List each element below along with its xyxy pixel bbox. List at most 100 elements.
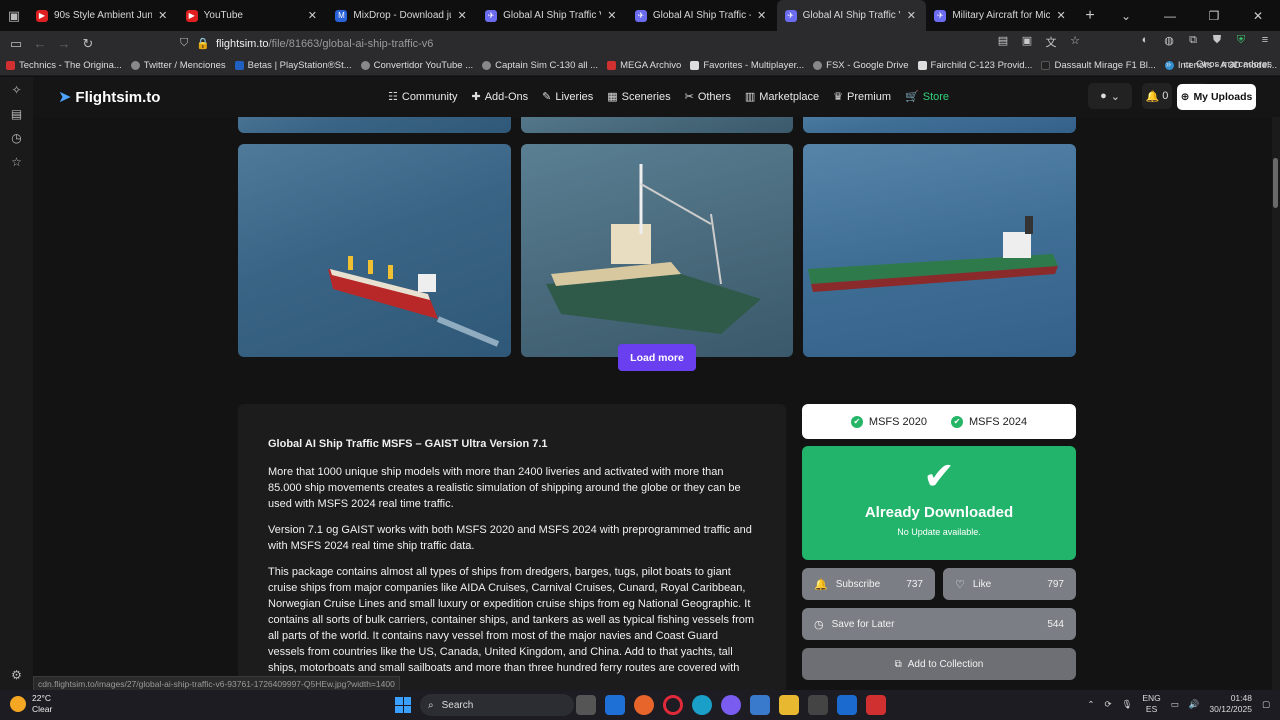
gear-icon[interactable]: ⚙ <box>11 668 22 682</box>
task-view-icon[interactable] <box>576 695 596 715</box>
chevron-up-icon[interactable]: ⌃ <box>1087 699 1094 710</box>
save-for-later-button[interactable]: ◷ Save for Later 544 <box>802 608 1076 640</box>
star-icon[interactable]: ☆ <box>1066 34 1084 50</box>
download-status-button[interactable]: ✔ Already Downloaded No Update available… <box>802 446 1076 560</box>
bookmark-item[interactable]: Favorites - Multiplayer... <box>690 60 804 71</box>
notifications-button[interactable]: 🔔 0 <box>1142 83 1172 109</box>
gallery-image[interactable] <box>238 117 511 133</box>
gallery-image-fishing-boat[interactable] <box>521 144 793 357</box>
weather-widget[interactable]: 22°C Clear <box>10 693 52 715</box>
gallery-image[interactable] <box>803 117 1076 133</box>
mail-icon[interactable] <box>605 695 625 715</box>
bookmark-item[interactable]: Convertidor YouTube ... <box>360 60 473 71</box>
shield-extension-icon[interactable]: ⛊ <box>1208 34 1226 50</box>
minimize-icon[interactable]: — <box>1148 9 1192 23</box>
bookmark-item[interactable]: Betas | PlayStation®St... <box>234 60 352 71</box>
tab-close-icon[interactable]: ✕ <box>305 9 319 22</box>
outlook-icon[interactable] <box>837 695 857 715</box>
opera-icon[interactable] <box>663 695 683 715</box>
tab-3[interactable]: ✈ Global AI Ship Traffic Version 7. ✕ <box>477 0 627 31</box>
extension-icon[interactable]: ◐ <box>1136 34 1154 50</box>
bookmark-item[interactable]: MEGA Archivo <box>607 60 681 71</box>
maximize-icon[interactable]: ❐ <box>1192 9 1236 23</box>
tab-0[interactable]: ▶ 90s Style Ambient Jungle M ✕ <box>28 0 178 31</box>
tab-close-icon[interactable]: ✕ <box>1054 9 1068 22</box>
nav-community[interactable]: ☷ Community <box>388 90 458 104</box>
firefox-icon[interactable] <box>634 695 654 715</box>
bookmark-item[interactable]: FSX - Google Drive <box>813 60 909 71</box>
edge-icon[interactable] <box>692 695 712 715</box>
load-more-button[interactable]: Load more <box>618 344 696 371</box>
tab-close-icon[interactable]: ✕ <box>156 9 170 22</box>
lock-icon[interactable]: 🔒 <box>196 37 210 50</box>
new-tab-icon[interactable]: + <box>1076 7 1104 25</box>
history-icon[interactable]: ◷ <box>11 131 21 145</box>
tab-5-active[interactable]: ✈ Global AI Ship Traffic Version 7.✕ <box>776 0 927 31</box>
scrollbar-thumb[interactable] <box>1273 158 1278 208</box>
bookmark-item[interactable]: Fairchild C-123 Provid... <box>917 60 1032 71</box>
copilot-icon[interactable] <box>721 695 741 715</box>
store-icon[interactable] <box>808 695 828 715</box>
tab-2[interactable]: M MixDrop - Download justflight- ✕ <box>327 0 477 31</box>
puzzle-icon[interactable]: ⧉ <box>1184 34 1202 50</box>
tab-1[interactable]: ▶ YouTube ✕ <box>178 0 328 31</box>
tab-close-icon[interactable]: ✕ <box>605 9 619 22</box>
add-to-collection-button[interactable]: ⧉ Add to Collection <box>802 648 1076 680</box>
reader-icon[interactable]: ▤ <box>994 34 1012 50</box>
tabs-icon[interactable]: ▤ <box>11 107 22 121</box>
shield-icon[interactable]: ⛉ <box>180 37 188 50</box>
site-logo[interactable]: ➤ Flightsim.to <box>58 87 160 107</box>
vpn-icon[interactable]: ⛨ <box>1232 34 1250 50</box>
tab-6[interactable]: ✈ Military Aircraft for Microsoft Fl✕ <box>926 0 1076 31</box>
tab-actions-icon[interactable]: ▣ <box>0 0 28 31</box>
nav-premium[interactable]: ♛ Premium <box>833 90 891 104</box>
volume-icon[interactable]: 🔊 <box>1189 699 1200 710</box>
my-uploads-button[interactable]: ⊕ My Uploads <box>1177 84 1256 110</box>
gallery-image-tanker[interactable] <box>803 144 1076 357</box>
nav-store[interactable]: 🛒 Store <box>905 90 949 104</box>
bookmark-item[interactable]: Captain Sim C-130 all ... <box>482 60 598 71</box>
sidebar-toggle-icon[interactable]: ▭ <box>4 36 28 52</box>
like-button[interactable]: ♡ Like 797 <box>943 568 1076 600</box>
other-bookmarks[interactable]: » ▭ Otros marcadores <box>1166 59 1272 70</box>
bookmark-item[interactable]: Dassault Mirage F1 Bl... <box>1041 60 1156 71</box>
forward-icon[interactable]: → <box>52 36 76 51</box>
bookmark-item[interactable]: Technics - The Origina... <box>6 60 122 71</box>
favorites-icon[interactable]: ☆ <box>11 155 22 169</box>
nav-marketplace[interactable]: ▥ Marketplace <box>745 90 819 104</box>
tab-4[interactable]: ✈ Global AI Ship Traffic - Explore ✕ <box>627 0 777 31</box>
nav-liveries[interactable]: ✎ Liveries <box>542 90 593 104</box>
back-icon[interactable]: ← <box>28 36 52 51</box>
tab-list-icon[interactable]: ⌄ <box>1104 9 1148 23</box>
file-explorer-icon[interactable] <box>779 695 799 715</box>
clock[interactable]: 01:48 30/12/2025 <box>1209 693 1252 715</box>
chevron-right-icon[interactable]: » <box>1166 59 1171 70</box>
gallery-image[interactable] <box>521 117 793 133</box>
notification-center-icon[interactable]: ▢ <box>1262 699 1270 710</box>
user-menu-button[interactable]: ● ⌄ <box>1088 83 1132 109</box>
language-indicator[interactable]: ENG ES <box>1142 693 1160 715</box>
tab-close-icon[interactable]: ✕ <box>904 9 918 22</box>
sync-icon[interactable]: ⟳ <box>1104 699 1111 710</box>
reload-icon[interactable]: ↻ <box>76 36 100 52</box>
nav-others[interactable]: ✂ Others <box>685 90 731 104</box>
photos-icon[interactable] <box>750 695 770 715</box>
extension-icon[interactable]: ◍ <box>1160 34 1178 50</box>
close-window-icon[interactable]: ✕ <box>1236 9 1280 23</box>
taskbar-search[interactable]: ⌕ Search <box>420 694 574 716</box>
translate-icon[interactable]: 文 <box>1042 34 1060 50</box>
tab-close-icon[interactable]: ✕ <box>455 9 469 22</box>
network-icon[interactable]: ▭ <box>1171 699 1179 710</box>
app-icon[interactable] <box>866 695 886 715</box>
ai-sparkle-icon[interactable]: ✧ <box>11 83 21 97</box>
nav-sceneries[interactable]: ▦ Sceneries <box>607 90 670 104</box>
screenshot-icon[interactable]: ▣ <box>1018 34 1036 50</box>
start-button[interactable] <box>395 697 411 713</box>
tab-close-icon[interactable]: ✕ <box>755 9 769 22</box>
bookmark-item[interactable]: Twitter / Menciones <box>130 60 226 71</box>
subscribe-button[interactable]: 🔔 Subscribe 737 <box>802 568 935 600</box>
gallery-image-cargo-ship[interactable] <box>238 144 511 357</box>
microphone-icon[interactable]: 🎙 <box>1122 699 1133 710</box>
menu-icon[interactable]: ≡ <box>1256 34 1274 50</box>
nav-addons[interactable]: ✚ Add-Ons <box>472 90 529 104</box>
